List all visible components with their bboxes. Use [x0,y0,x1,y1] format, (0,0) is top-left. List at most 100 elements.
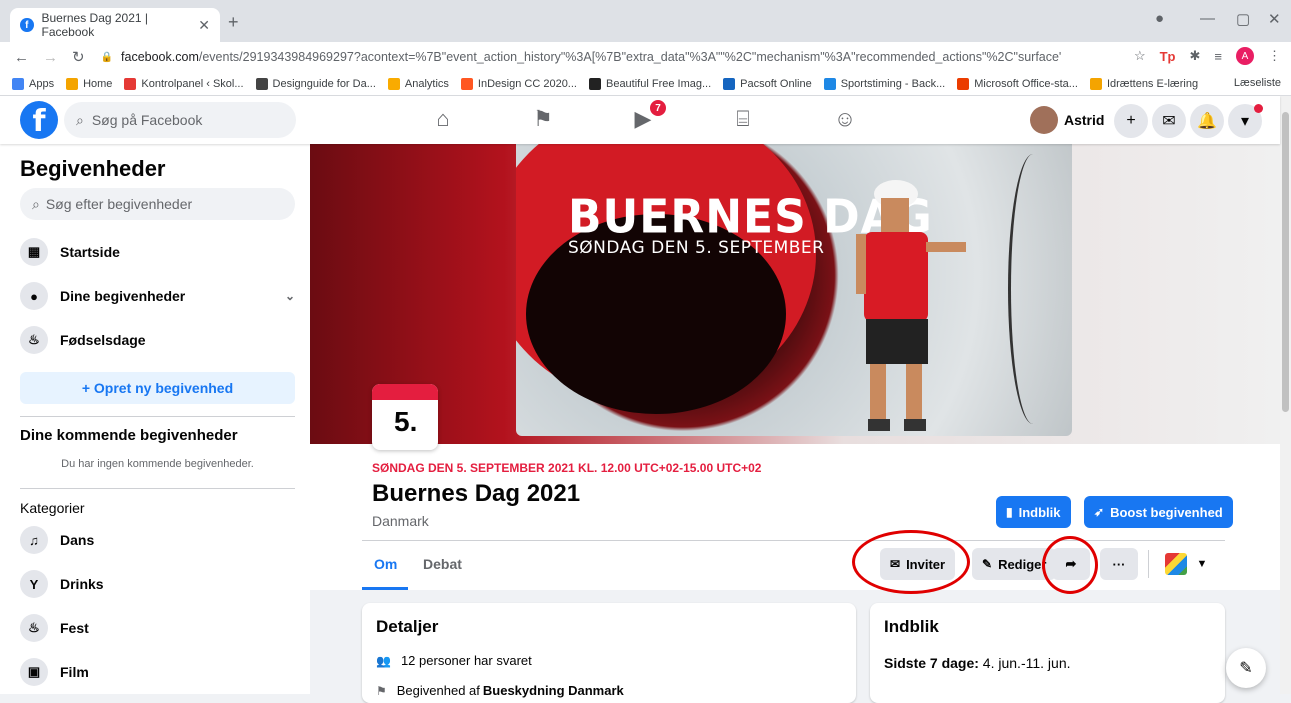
chevron-down-icon: ⌄ [284,289,295,303]
forward-icon[interactable]: → [43,49,58,66]
film-icon: ▣ [20,658,48,686]
compose-icon: ✎ [1239,660,1253,677]
new-message-button[interactable]: ✎ [1226,648,1266,688]
page-switcher-button[interactable]: ▼ [1150,548,1222,580]
browser-tab[interactable]: f Buernes Dag 2021 | Facebook ✕ [10,8,220,42]
puzzle-icon[interactable]: ✱ [1190,48,1201,64]
share-button[interactable]: ➦ [1052,548,1090,580]
create-event-button[interactable]: + Opret ny begivenhed [20,372,295,404]
organizer-link[interactable]: Bueskydning Danmark [483,683,624,698]
record-icon[interactable]: ● [1155,10,1164,27]
groups-icon[interactable]: ☺ [830,106,860,132]
messenger-icon[interactable]: ✉ [1152,104,1186,138]
people-icon: 👥 [376,653,391,668]
watch-badge: 7 [650,100,666,116]
event-datetime: SØNDAG DEN 5. SEPTEMBER 2021 KL. 12.00 U… [372,461,762,475]
bookmark-favicon-icon [957,77,970,90]
bookmark-label: Designguide for Da... [272,77,376,90]
avatar [1030,106,1058,134]
back-icon[interactable]: ← [14,49,29,66]
create-plus-icon[interactable]: + [1114,104,1148,138]
close-tab-icon[interactable]: ✕ [198,17,210,34]
maximize-icon[interactable]: ▢ [1236,10,1250,28]
close-window-icon[interactable]: ✕ [1268,10,1281,28]
tab-om[interactable]: Om [374,556,397,572]
sidebar-item-startside[interactable]: ▦ Startside [20,238,295,266]
bookmark-item[interactable]: Pacsoft Online [723,77,812,90]
edit-button[interactable]: ✎ Rediger [972,548,1057,580]
bookmark-label: Sportstiming - Back... [840,77,946,90]
more-options-button[interactable]: ··· [1100,548,1138,580]
category-item-film[interactable]: ▣ Film [20,658,295,686]
bookmark-favicon-icon [124,77,137,90]
responded-row: 👥 12 personer har svaret [376,653,532,668]
search-icon: ⌕ [32,195,40,212]
reading-list-icon[interactable]: ≡ [1214,49,1222,64]
facebook-search-placeholder: Søg på Facebook [91,112,203,128]
events-search-input[interactable]: ⌕ Søg efter begivenheder [20,188,295,220]
details-card: Detaljer 👥 12 personer har svaret ⚑ Begi… [362,603,856,703]
archer-illustration [856,180,966,431]
bookmark-item[interactable]: Home [66,77,112,90]
notifications-bell-icon[interactable]: 🔔 [1190,104,1224,138]
facebook-header: f ⌕ Søg på Facebook ⌂ ⚑ ▶ 7 ⌸ ☺ Astrid +… [0,96,1280,144]
user-name: Astrid [1064,112,1105,128]
events-sidebar: Begivenheder ⌕ Søg efter begivenheder ▦ … [0,144,310,694]
megaphone-icon: ➶ [1094,505,1105,519]
new-tab-icon[interactable]: + [228,12,239,33]
browser-menu-icon[interactable]: ⋮ [1268,48,1281,64]
reload-icon[interactable]: ↻ [72,48,85,66]
facebook-search-input[interactable]: ⌕ Søg på Facebook [64,102,296,138]
bookmark-label: Idrættens E-læring [1106,77,1199,90]
account-notification-dot [1254,104,1263,113]
flag-icon: ⚑ [376,683,387,698]
insights-button[interactable]: ▮ Indblik [996,496,1071,528]
bookmark-item[interactable]: Beautiful Free Imag... [588,77,711,90]
marketplace-icon[interactable]: ⌸ [728,106,758,132]
chevron-down-icon: ▼ [1196,558,1208,570]
bookmark-favicon-icon [12,77,24,90]
extension-tp-icon[interactable]: Tp [1160,49,1176,64]
cake-icon: ♨ [20,614,48,642]
minimize-icon[interactable]: — [1200,10,1215,27]
reading-list-link[interactable]: Læseliste [1234,77,1281,89]
bookmark-item[interactable]: Sportstiming - Back... [823,77,946,90]
category-item-dans[interactable]: ♫ Dans [20,526,295,554]
boost-label: Boost begivenhed [1110,504,1223,520]
bookmark-item[interactable]: Idrættens E-læring [1089,77,1199,90]
period-value: 4. jun.-11. jun. [978,655,1071,671]
bookmark-item[interactable]: Kontrolpanel ‹ Skol... [124,77,244,90]
cocktail-icon: Y [20,570,48,598]
facebook-logo[interactable]: f [20,101,58,139]
bookmark-label: Microsoft Office-sta... [974,77,1078,90]
tab-debat[interactable]: Debat [423,556,462,572]
scrollbar-thumb[interactable] [1282,112,1289,412]
bookmark-item[interactable]: Apps [12,77,54,90]
category-label: Drinks [60,576,104,592]
boost-event-button[interactable]: ➶ Boost begivenhed [1084,496,1233,528]
category-item-fest[interactable]: ♨ Fest [20,614,295,642]
page-avatar-icon [1164,553,1187,575]
cake-icon: ♨ [20,326,48,354]
bookmark-favicon-icon [823,77,836,90]
upcoming-note: Du har ingen kommende begivenheder. [61,458,254,470]
bar-chart-icon: ▮ [1006,505,1013,519]
profile-link[interactable]: Astrid [1030,104,1104,136]
url-field[interactable]: 🔒 facebook.com /events/2919343984969297?… [101,50,1061,64]
bookmark-item[interactable]: Microsoft Office-sta... [957,77,1078,90]
sidebar-item-dine-begivenheder[interactable]: ● Dine begivenheder ⌄ [20,282,295,310]
search-icon: ⌕ [76,111,84,128]
sidebar-item-fodselsdage[interactable]: ♨ Fødselsdage [20,326,295,354]
page-scrollbar[interactable] [1280,96,1291,694]
category-item-drinks[interactable]: Y Drinks [20,570,295,598]
pages-flag-icon[interactable]: ⚑ [528,106,558,132]
star-icon[interactable]: ☆ [1134,48,1146,64]
bookmark-item[interactable]: Designguide for Da... [255,77,376,90]
bookmark-item[interactable]: InDesign CC 2020... [460,77,577,90]
home-icon[interactable]: ⌂ [428,106,458,132]
invite-button[interactable]: ✉ Inviter [880,548,956,580]
event-cover-photo[interactable]: BUERNES DAG SØNDAG DEN 5. SEPTEMBER [516,144,1072,436]
dance-icon: ♫ [20,526,48,554]
bookmark-item[interactable]: Analytics [387,77,449,90]
browser-profile-avatar[interactable]: A [1236,47,1254,65]
